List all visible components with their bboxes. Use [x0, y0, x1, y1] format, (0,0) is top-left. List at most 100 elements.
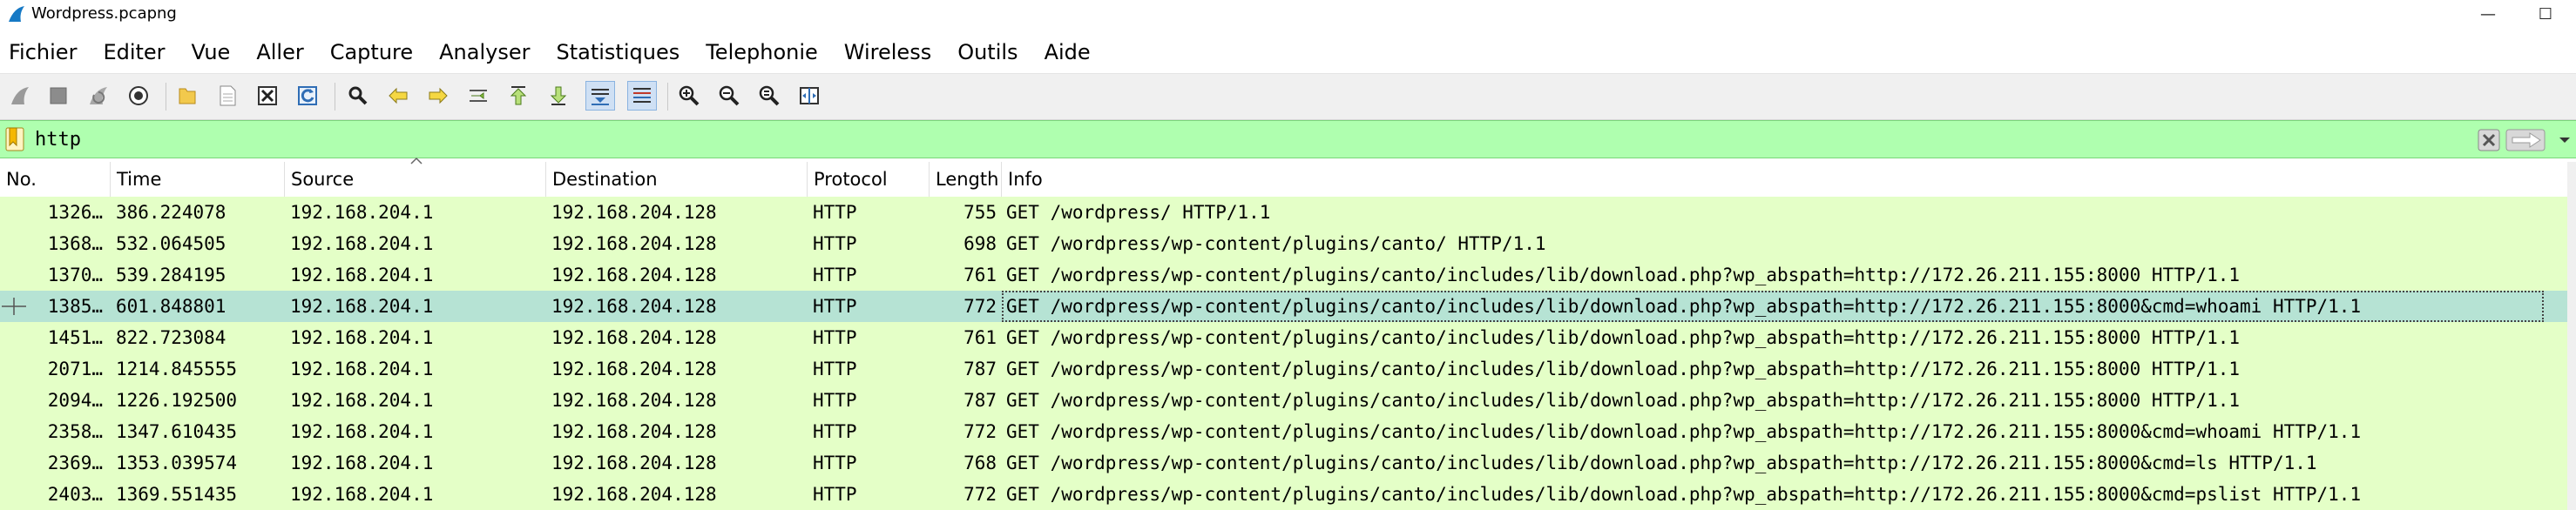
packet-source: 192.168.204.1 [290, 233, 434, 254]
packet-row[interactable]: 1451… 822.723084 192.168.204.1 192.168.2… [0, 322, 2576, 353]
packet-row-selected[interactable]: 1385… 601.848801 192.168.204.1 192.168.2… [0, 291, 2576, 322]
packet-row[interactable]: 2403… 1369.551435 192.168.204.1 192.168.… [0, 479, 2576, 510]
go-back-icon[interactable] [383, 81, 413, 111]
zoom-in-icon[interactable] [674, 81, 704, 111]
clear-filter-icon[interactable] [2477, 128, 2501, 152]
packet-info: GET /wordpress/wp-content/plugins/canto/… [1006, 421, 2362, 442]
column-header-length[interactable]: Length [930, 162, 1002, 197]
find-packet-icon[interactable] [343, 81, 373, 111]
packet-destination: 192.168.204.128 [551, 327, 717, 348]
column-header-source[interactable]: Source [285, 162, 546, 197]
packet-row[interactable]: 1368… 532.064505 192.168.204.1 192.168.2… [0, 228, 2576, 259]
maximize-button[interactable]: ☐ [2519, 0, 2572, 28]
resize-columns-icon[interactable] [794, 81, 824, 111]
open-file-icon[interactable] [172, 81, 202, 111]
display-filter-bar [0, 120, 2576, 158]
packet-destination: 192.168.204.128 [551, 484, 717, 505]
packet-time: 1226.192500 [116, 390, 238, 411]
go-to-packet-icon[interactable] [463, 81, 493, 111]
chevron-down-icon[interactable] [2556, 131, 2573, 149]
packet-number: 1368… [47, 233, 103, 254]
packet-info: GET /wordpress/wp-content/plugins/canto/… [1006, 327, 2241, 348]
packet-destination: 192.168.204.128 [551, 202, 717, 223]
column-header-protocol[interactable]: Protocol [808, 162, 930, 197]
packet-time: 1347.610435 [116, 421, 238, 442]
packet-row[interactable]: 2358… 1347.610435 192.168.204.1 192.168.… [0, 416, 2576, 447]
apply-filter-icon[interactable] [2505, 128, 2546, 152]
packet-list-scrollbar[interactable] [2567, 162, 2576, 510]
filter-bookmark-icon[interactable] [3, 126, 26, 152]
last-packet-icon[interactable] [544, 81, 573, 111]
capture-options-icon[interactable] [124, 81, 153, 111]
packet-length: 787 [963, 390, 997, 411]
display-filter-input[interactable] [35, 124, 2465, 154]
packet-row[interactable]: 2071… 1214.845555 192.168.204.1 192.168.… [0, 353, 2576, 385]
menu-analyser[interactable]: Analyser [439, 35, 530, 70]
normal-size-icon[interactable] [754, 81, 784, 111]
packet-source: 192.168.204.1 [290, 265, 434, 285]
colorize-icon[interactable] [627, 81, 657, 111]
packet-number: 2094… [47, 390, 103, 411]
wireshark-fin-icon [9, 6, 24, 22]
packet-source: 192.168.204.1 [290, 327, 434, 348]
column-header-no[interactable]: No. [0, 162, 111, 197]
packet-row[interactable]: 2094… 1226.192500 192.168.204.1 192.168.… [0, 385, 2576, 416]
packet-time: 539.284195 [116, 265, 226, 285]
packet-time: 601.848801 [116, 296, 226, 317]
autoscroll-icon[interactable] [585, 81, 615, 111]
packet-list: 1326… 386.224078 192.168.204.1 192.168.2… [0, 197, 2576, 510]
menu-fichier[interactable]: Fichier [9, 35, 77, 70]
menu-telephonie[interactable]: Telephonie [706, 35, 818, 70]
menu-wireless[interactable]: Wireless [844, 35, 931, 70]
menu-statistiques[interactable]: Statistiques [556, 35, 679, 70]
packet-number: 1326… [47, 202, 103, 223]
packet-info: GET /wordpress/ HTTP/1.1 [1006, 202, 1271, 223]
first-packet-icon[interactable] [504, 81, 533, 111]
packet-row[interactable]: 1370… 539.284195 192.168.204.1 192.168.2… [0, 259, 2576, 291]
packet-info: GET /wordpress/wp-content/plugins/canto/… [1006, 484, 2362, 505]
menu-aller[interactable]: Aller [256, 35, 303, 70]
restart-capture-icon[interactable] [84, 81, 113, 111]
packet-source: 192.168.204.1 [290, 359, 434, 379]
minimize-button[interactable]: — [2462, 0, 2514, 28]
packet-protocol: HTTP [813, 202, 857, 223]
packet-time: 1353.039574 [116, 453, 238, 473]
packet-protocol: HTTP [813, 390, 857, 411]
packet-row[interactable]: 1326… 386.224078 192.168.204.1 192.168.2… [0, 197, 2576, 228]
packet-number: 2358… [47, 421, 103, 442]
column-header-destination[interactable]: Destination [546, 162, 808, 197]
start-capture-icon[interactable] [5, 81, 35, 111]
column-header-info[interactable]: Info [1002, 162, 2567, 197]
packet-row[interactable]: 2369… 1353.039574 192.168.204.1 192.168.… [0, 447, 2576, 479]
menu-outils[interactable]: Outils [957, 35, 1018, 70]
menu-editer[interactable]: Editer [103, 35, 165, 70]
menu-capture[interactable]: Capture [330, 35, 413, 70]
packet-length: 772 [963, 484, 997, 505]
packet-time: 1214.845555 [116, 359, 238, 379]
menu-aide[interactable]: Aide [1045, 35, 1091, 70]
packet-info: GET /wordpress/wp-content/plugins/canto/… [1006, 233, 1546, 254]
packet-number: 1451… [47, 327, 103, 348]
packet-time: 1369.551435 [116, 484, 238, 505]
menu-bar: Fichier Editer Vue Aller Capture Analyse… [0, 33, 2576, 71]
zoom-out-icon[interactable] [714, 81, 744, 111]
packet-length: 768 [963, 453, 997, 473]
packet-length: 787 [963, 359, 997, 379]
column-header-time[interactable]: Time [111, 162, 285, 197]
sort-ascending-icon [410, 157, 423, 164]
packet-destination: 192.168.204.128 [551, 265, 717, 285]
close-file-icon[interactable] [253, 81, 282, 111]
packet-number: 2369… [47, 453, 103, 473]
menu-vue[interactable]: Vue [192, 35, 231, 70]
save-file-icon[interactable] [213, 81, 242, 111]
window-title: Wordpress.pcapng [31, 4, 177, 23]
packet-destination: 192.168.204.128 [551, 233, 717, 254]
packet-info: GET /wordpress/wp-content/plugins/canto/… [1006, 453, 2317, 473]
reload-file-icon[interactable] [293, 81, 322, 111]
go-forward-icon[interactable] [423, 81, 453, 111]
packet-source: 192.168.204.1 [290, 296, 434, 317]
stop-capture-icon[interactable] [44, 81, 73, 111]
packet-protocol: HTTP [813, 265, 857, 285]
packet-number: 2071… [47, 359, 103, 379]
packet-time: 386.224078 [116, 202, 226, 223]
